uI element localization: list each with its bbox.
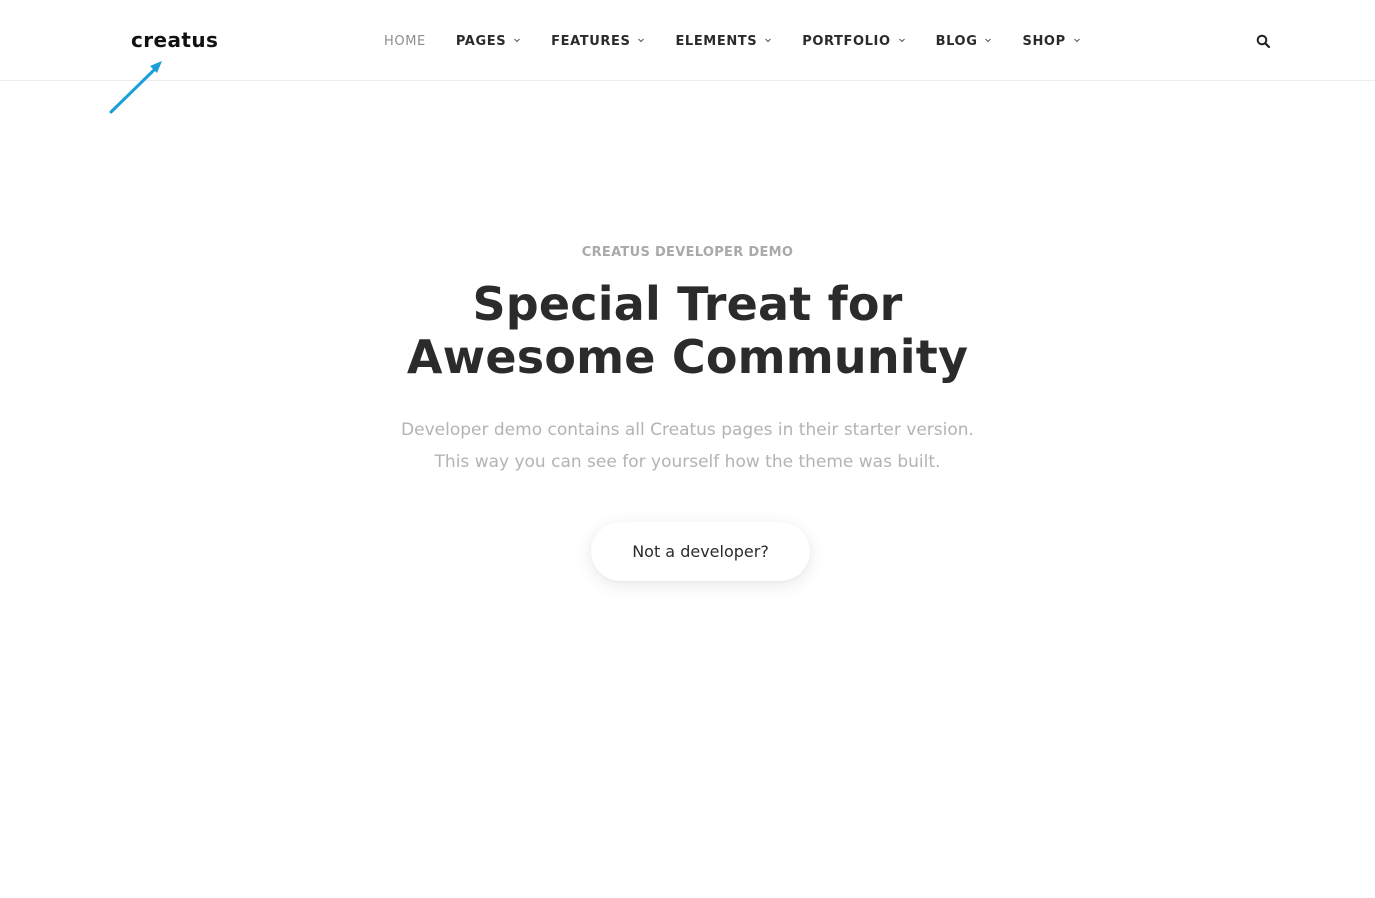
nav-item-label: FEATURES: [551, 33, 631, 49]
nav-item-label: HOME: [384, 33, 426, 49]
nav-item-label: PAGES: [455, 33, 507, 49]
nav-item-label: PORTFOLIO: [802, 33, 891, 49]
hero-headline-line: Awesome Community: [406, 330, 969, 384]
site-header: creatus HOME PAGES FEATURES ELEMENTS POR…: [0, 0, 1375, 81]
nav-item-pages[interactable]: PAGES: [456, 34, 521, 49]
arrow-icon: [108, 60, 164, 116]
nav-item-elements[interactable]: ELEMENTS: [675, 34, 772, 49]
chevron-down-icon: [898, 36, 906, 44]
nav-item-label: ELEMENTS: [675, 33, 758, 49]
chevron-down-icon: [637, 36, 645, 44]
nav-item-label: SHOP: [1022, 33, 1066, 49]
nav-item-shop[interactable]: SHOP: [1022, 34, 1080, 49]
hero-headline: Special Treat for Awesome Community: [0, 278, 1375, 384]
chevron-down-icon: [764, 36, 772, 44]
hero-description: Developer demo contains all Creatus page…: [0, 414, 1375, 478]
nav-item-blog[interactable]: BLOG: [936, 34, 993, 49]
nav-item-home[interactable]: HOME: [384, 34, 426, 49]
not-a-developer-button[interactable]: Not a developer?: [591, 522, 810, 581]
nav-item-label: BLOG: [935, 33, 978, 49]
search-icon[interactable]: [1256, 34, 1271, 49]
chevron-down-icon: [984, 36, 992, 44]
nav-item-portfolio[interactable]: PORTFOLIO: [802, 34, 905, 49]
main-nav: HOME PAGES FEATURES ELEMENTS PORTFOLIO B…: [384, 31, 1081, 51]
hero-description-line: This way you can see for yourself how th…: [434, 452, 941, 472]
nav-item-features[interactable]: FEATURES: [551, 34, 645, 49]
hero-eyebrow: CREATUS DEVELOPER DEMO: [581, 245, 794, 260]
site-logo[interactable]: creatus: [131, 28, 218, 52]
chevron-down-icon: [513, 36, 521, 44]
chevron-down-icon: [1073, 36, 1081, 44]
hero-description-line: Developer demo contains all Creatus page…: [401, 420, 974, 440]
hero-headline-line: Special Treat for: [472, 277, 903, 331]
